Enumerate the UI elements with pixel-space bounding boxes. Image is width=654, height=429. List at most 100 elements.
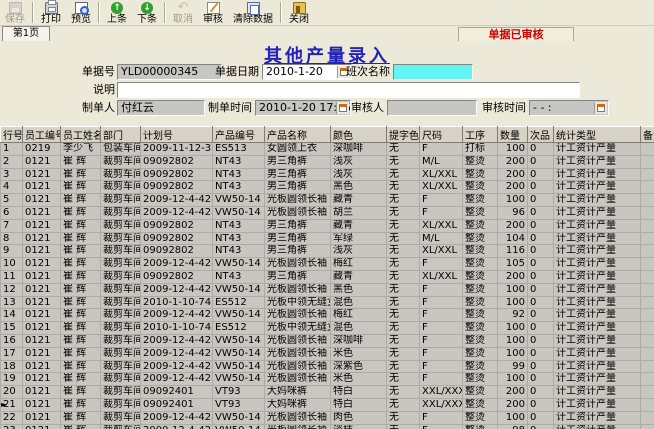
cell-font-color: 无: [387, 334, 420, 347]
cell-defect: 0: [528, 181, 554, 194]
cell-emp-id: 0121: [23, 386, 61, 399]
table-row[interactable]: 190121崔 辉裁剪车间2009-12-4-428VW50-14光板圆领长袖米…: [1, 373, 654, 386]
cell-remark: [641, 258, 654, 271]
cell-font-color: 无: [387, 206, 420, 219]
cell-process: 整烫: [463, 206, 498, 219]
table-row[interactable]: 160121崔 辉裁剪车间2009-12-4-428VW50-14光板圆领长袖深…: [1, 334, 654, 347]
cell-emp-id: 0121: [23, 296, 61, 309]
cell-font-color: 无: [387, 424, 420, 429]
toolbar-button-clear-data[interactable]: 清除数据: [228, 0, 278, 25]
cell-dept: 裁剪车间: [101, 245, 141, 258]
table-row[interactable]: 50121崔 辉裁剪车间2009-12-4-428VW50-14光板圆领长袖藏青…: [1, 194, 654, 207]
toolbar-button-next-record[interactable]: ↓下条: [132, 0, 162, 25]
table-row[interactable]: 60121崔 辉裁剪车间2009-12-4-428VW50-14光板圆领长袖胡兰…: [1, 206, 654, 219]
cell-dept: 裁剪车间: [101, 181, 141, 194]
cell-product-id: VW50-14: [213, 373, 265, 386]
current-row-marker: ►: [1, 400, 7, 410]
cell-process: 整烫: [463, 309, 498, 322]
maker-field: 付红云: [117, 100, 205, 116]
cell-size: F: [420, 296, 463, 309]
table-row[interactable]: 120121崔 辉裁剪车间2009-12-4-428VW50-14光板圆领长袖黑…: [1, 283, 654, 296]
table-row[interactable]: 100121崔 辉裁剪车间2009-12-4-428VW50-14光板圆领长袖梅…: [1, 258, 654, 271]
cell-font-color: 无: [387, 373, 420, 386]
toolbar-button-label: 审核: [203, 15, 223, 25]
toolbar-button-print[interactable]: 打印: [36, 0, 66, 25]
table-row[interactable]: 150121崔 辉裁剪车间2010-1-10-743ES512光板中领无缝女长袖…: [1, 322, 654, 335]
cell-remark: [641, 373, 654, 386]
table-row[interactable]: 21►0121崔 辉裁剪车间09092401VT93大妈咪裤特白无XXL/XXX…: [1, 398, 654, 411]
cell-dept: 裁剪车间: [101, 347, 141, 360]
table-row[interactable]: 130121崔 辉裁剪车间2010-1-10-743ES512光板中领无缝女长袖…: [1, 296, 654, 309]
cell-product-name: 光板中领无缝女长袖: [265, 322, 331, 335]
cell-plan-no: 2009-12-4-428: [141, 360, 213, 373]
table-row[interactable]: 170121崔 辉裁剪车间2009-12-4-428VW50-14光板圆领长袖米…: [1, 347, 654, 360]
preview-icon: [75, 2, 88, 14]
cell-font-color: 无: [387, 258, 420, 271]
close-icon: [293, 2, 306, 14]
table-row[interactable]: 230121崔 辉裁剪车间2009-12-4-428VW50-14光板圆领长袖淡…: [1, 424, 654, 429]
cell-plan-no: 2010-1-10-743: [141, 296, 213, 309]
column-header-font-color: 提字色: [387, 127, 420, 143]
table-row[interactable]: 140121崔 辉裁剪车间2009-12-4-428VW50-14光板圆领长袖梅…: [1, 309, 654, 322]
column-header-product-name: 产品名称: [265, 127, 331, 143]
table-row[interactable]: 80121崔 辉裁剪车间09092802NT43男三角裤军绿无M/L整烫1040…: [1, 232, 654, 245]
cell-rowno: 5: [1, 194, 23, 207]
table-row[interactable]: 20121崔 辉裁剪车间09092802NT43男三角裤浅灰无M/L整烫2000…: [1, 155, 654, 168]
table-row[interactable]: 30121崔 辉裁剪车间09092802NT43男三角裤浅灰无XL/XXL整烫2…: [1, 168, 654, 181]
table-row[interactable]: 40121崔 辉裁剪车间09092802NT43男三角裤黑色无XL/XXL整烫2…: [1, 181, 654, 194]
cell-size: M/L: [420, 232, 463, 245]
cell-emp-id: 0121: [23, 245, 61, 258]
cell-process: 整烫: [463, 411, 498, 424]
cell-process: 整烫: [463, 219, 498, 232]
cell-dept: 裁剪车间: [101, 168, 141, 181]
toolbar-separator: [98, 2, 100, 23]
table-row[interactable]: 70121崔 辉裁剪车间09092802NT43男三角裤藏青无XL/XXL整烫2…: [1, 219, 654, 232]
table-row[interactable]: 180121崔 辉裁剪车间2009-12-4-428VW50-14光板圆领长袖深…: [1, 360, 654, 373]
cell-qty: 105: [498, 258, 528, 271]
toolbar-button-prev-record[interactable]: ↑上条: [102, 0, 132, 25]
cell-emp-id: 0121: [23, 424, 61, 429]
cell-remark: [641, 245, 654, 258]
cell-defect: 0: [528, 373, 554, 386]
shift-name-field[interactable]: [393, 64, 473, 80]
cell-emp-id: 0121: [23, 411, 61, 424]
cell-dept: 裁剪车间: [101, 322, 141, 335]
table-row[interactable]: 10219李少飞包装车间2009-11-12-322ES513女圆领上衣深咖啡无…: [1, 143, 654, 156]
table-body: 10219李少飞包装车间2009-11-12-322ES513女圆领上衣深咖啡无…: [1, 143, 654, 429]
clear-data-icon: [247, 2, 260, 14]
cell-qty: 100: [498, 194, 528, 207]
form-panel: 其他产量录入 单据号 YLD00000345 单据日期 2010-1-20 班次…: [0, 41, 654, 429]
column-header-rowno: 行号: [1, 127, 23, 143]
cell-remark: [641, 143, 654, 156]
cell-dept: 裁剪车间: [101, 258, 141, 271]
toolbar-group: ↑上条↓下条: [102, 0, 162, 25]
tab-page-1[interactable]: 第1页: [2, 26, 50, 41]
cell-plan-no: 2010-1-10-743: [141, 322, 213, 335]
cell-process: 整烫: [463, 386, 498, 399]
table-row[interactable]: 220121崔 辉裁剪车间2009-12-4-428VW50-14光板圆领长袖肉…: [1, 411, 654, 424]
cell-defect: 0: [528, 386, 554, 399]
toolbar-button-close[interactable]: 关闭: [284, 0, 314, 25]
toolbar-button-audit[interactable]: 审核: [198, 0, 228, 25]
cell-product-id: VW50-14: [213, 424, 265, 429]
doc-date-field[interactable]: 2010-1-20: [262, 64, 352, 80]
cell-defect: 0: [528, 322, 554, 335]
cell-qty: 98: [498, 424, 528, 429]
toolbar-button-preview[interactable]: 预览: [66, 0, 96, 25]
cell-stat-type: 计工资计产量: [554, 334, 641, 347]
table-header: 行号员工编号员工姓名部门计划号产品编号产品名称颜色提字色尺码工序数量次品统计类型…: [1, 127, 654, 143]
cell-plan-no: 09092802: [141, 245, 213, 258]
cell-dept: 裁剪车间: [101, 334, 141, 347]
cell-product-id: VW50-14: [213, 334, 265, 347]
calendar-icon[interactable]: [594, 102, 607, 114]
cell-font-color: 无: [387, 219, 420, 232]
cell-product-id: VW50-14: [213, 194, 265, 207]
column-header-color: 颜色: [331, 127, 387, 143]
cell-product-name: 光板圆领长袖: [265, 194, 331, 207]
table-row[interactable]: 200121崔 辉裁剪车间09092401VT93大妈咪裤特白无XXL/XXXL…: [1, 386, 654, 399]
table-row[interactable]: 110121崔 辉裁剪车间09092802NT43男三角裤藏青无XL/XXL整烫…: [1, 270, 654, 283]
table-row[interactable]: 90121崔 辉裁剪车间09092802NT43男三角裤浅灰无XL/XXL整烫1…: [1, 245, 654, 258]
cell-defect: 0: [528, 245, 554, 258]
auditor-label: 审核人: [348, 100, 384, 116]
description-field[interactable]: [117, 82, 580, 98]
